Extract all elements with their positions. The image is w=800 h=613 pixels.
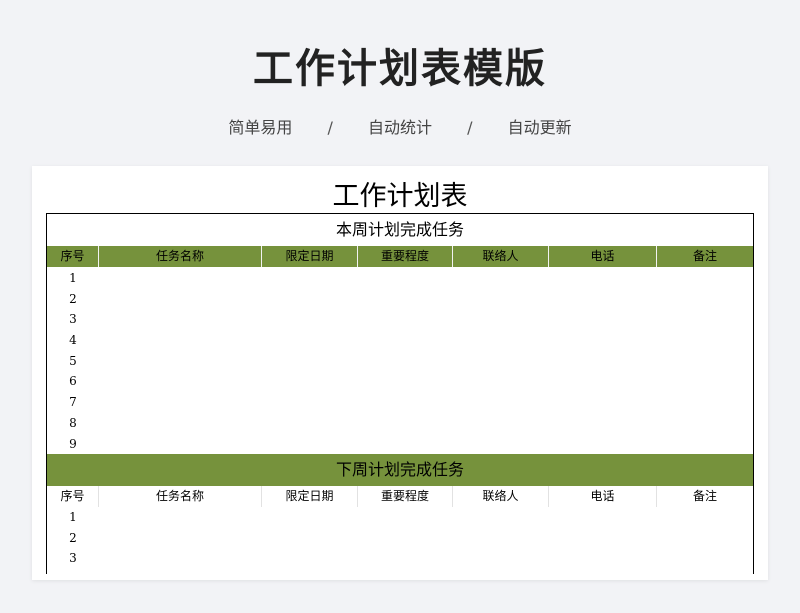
col-header-phone: 电话	[549, 486, 657, 507]
table-row[interactable]: 7	[47, 392, 99, 413]
table-row[interactable]: 9	[47, 434, 99, 455]
table-row[interactable]: 2	[47, 289, 99, 310]
table-row[interactable]: 1	[47, 507, 99, 528]
table-frame: 本周计划完成任务 序号 任务名称 限定日期 重要程度 联络人 电话 备注 1 2…	[46, 213, 754, 574]
spreadsheet-card: 工作计划表 本周计划完成任务 序号 任务名称 限定日期 重要程度 联络人 电话 …	[32, 166, 768, 580]
col-header-index: 序号	[47, 246, 99, 267]
col-header-task-name: 任务名称	[99, 246, 262, 267]
col-header-deadline: 限定日期	[262, 486, 358, 507]
tag-separator: /	[467, 118, 473, 137]
col-header-task-name: 任务名称	[99, 486, 262, 507]
table-row[interactable]: 6	[47, 371, 99, 392]
col-header-notes: 备注	[692, 489, 717, 503]
col-header-priority: 重要程度	[358, 486, 453, 507]
banner-title: 工作计划表模版	[253, 46, 547, 92]
col-header-notes: 备注	[692, 249, 717, 263]
header-row-next-week: 序号 任务名称 限定日期 重要程度 联络人 电话 备注	[47, 486, 753, 507]
tag-auto-stats: 自动统计	[367, 118, 432, 137]
section-title-this-week: 本周计划完成任务	[335, 220, 464, 239]
table-row[interactable]: 3	[47, 309, 99, 330]
row-numbers-this-week: 1 2 3 4 5 6 7 8 9	[47, 268, 99, 454]
table-row[interactable]: 3	[47, 548, 99, 569]
header-row-this-week: 序号 任务名称 限定日期 重要程度 联络人 电话 备注	[47, 246, 753, 267]
section-title-next-week: 下周计划完成任务	[47, 454, 753, 486]
table-row[interactable]: 2	[47, 528, 99, 549]
tag-auto-update: 自动更新	[507, 118, 572, 137]
col-header-priority: 重要程度	[358, 246, 453, 267]
tag-separator: /	[327, 118, 333, 137]
table-row[interactable]: 5	[47, 351, 99, 372]
col-header-deadline: 限定日期	[262, 246, 358, 267]
col-header-contact: 联络人	[453, 246, 549, 267]
table-row[interactable]: 4	[47, 330, 99, 351]
col-header-contact: 联络人	[453, 486, 549, 507]
col-header-phone: 电话	[549, 246, 657, 267]
col-header-index: 序号	[47, 486, 99, 507]
table-row[interactable]: 1	[47, 268, 99, 289]
tagline: 简单易用 / 自动统计 / 自动更新	[0, 114, 800, 138]
sheet-title: 工作计划表	[332, 181, 468, 212]
tag-easy: 简单易用	[228, 118, 293, 137]
table-row[interactable]: 8	[47, 413, 99, 434]
row-numbers-next-week: 1 2 3	[47, 507, 99, 569]
